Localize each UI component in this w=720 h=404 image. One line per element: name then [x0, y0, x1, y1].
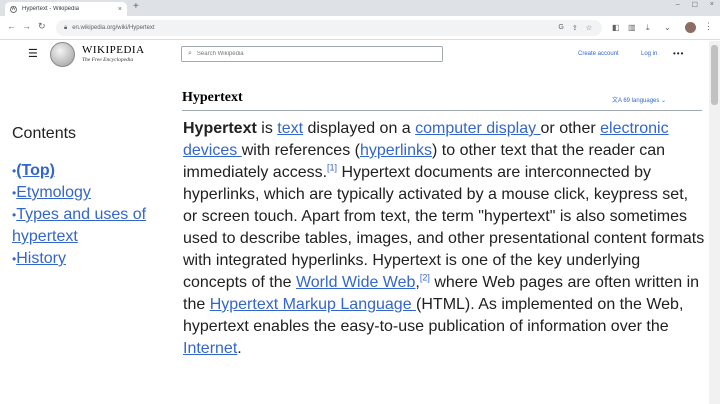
toc-heading: Contents	[12, 125, 77, 142]
body-text: or other	[540, 120, 601, 137]
downloads-icon[interactable]: ⤓	[646, 23, 650, 33]
search-box: ⌕	[181, 46, 443, 62]
table-of-contents: •(Top) •Etymology •Types and uses of hyp…	[12, 160, 172, 270]
chevron-down-icon: ⌄	[659, 98, 667, 104]
citation-1[interactable]: [1]	[327, 163, 337, 173]
body-text: Hypertext documents are interconnected b…	[183, 164, 705, 291]
extension-puzzle-icon[interactable]: ◧	[612, 23, 620, 32]
wikipedia-wordmark[interactable]: WIKIPEDIA	[82, 44, 145, 56]
search-icon: ⌕	[188, 50, 192, 57]
address-bar: ← → ↻ 🔒︎ en.wikipedia.org/wiki/Hypertext…	[0, 16, 720, 40]
languages-label: 69 languages	[623, 98, 660, 104]
body-text: is	[256, 120, 278, 137]
browser-menu-icon[interactable]: ⋮	[704, 21, 713, 32]
link-world-wide-web[interactable]: World Wide Web	[296, 274, 415, 291]
toc-item-history[interactable]: •History	[12, 248, 172, 270]
scrollbar-thumb[interactable]	[711, 45, 718, 105]
main-menu-icon[interactable]: ☰	[28, 47, 38, 60]
link-hyperlinks[interactable]: hyperlinks	[360, 142, 432, 159]
url-text: en.wikipedia.org/wiki/Hypertext	[72, 25, 155, 31]
reload-icon[interactable]: ↻	[38, 21, 46, 32]
lock-icon: 🔒︎	[64, 24, 68, 31]
link-computer-display[interactable]: computer display	[415, 120, 540, 137]
google-lens-icon[interactable]: G	[558, 24, 563, 32]
body-text: .	[237, 340, 242, 357]
citation-2[interactable]: [2]	[420, 273, 430, 283]
link-internet[interactable]: Internet	[183, 340, 237, 357]
wikipedia-globe-logo-icon[interactable]	[50, 42, 75, 67]
toc-item-top[interactable]: •(Top)	[12, 160, 172, 182]
tab-strip: W Hypertext - Wikipedia × + – ☐ ×	[0, 0, 720, 16]
search-input[interactable]	[196, 51, 427, 57]
wikipedia-tagline: The Free Encyclopedia	[82, 57, 134, 63]
page-scrollbar[interactable]	[709, 41, 720, 404]
toc-link[interactable]: Types and uses of hypertext	[12, 206, 146, 245]
toc-link[interactable]: (Top)	[16, 162, 55, 179]
page-title: Hypertext	[182, 90, 243, 105]
title-divider	[182, 110, 702, 111]
article-subject-bold: Hypertext	[183, 120, 257, 137]
maximize-icon[interactable]: ☐	[692, 1, 698, 9]
tab-title: Hypertext - Wikipedia	[22, 6, 80, 12]
link-hypertext-markup-language[interactable]: Hypertext Markup Language	[210, 296, 416, 313]
profile-avatar[interactable]	[685, 22, 696, 33]
omnibox-icons: G ⇪ ☆	[558, 24, 602, 32]
link-text[interactable]: text	[277, 120, 303, 137]
new-tab-icon[interactable]: +	[133, 1, 139, 12]
toc-link[interactable]: History	[16, 250, 66, 267]
share-icon[interactable]: ⇪	[572, 24, 578, 32]
wikipedia-favicon-icon: W	[10, 5, 17, 13]
sidebar-icon[interactable]: ▥	[628, 23, 636, 32]
window-close-icon[interactable]: ×	[710, 1, 714, 9]
browser-tab[interactable]: W Hypertext - Wikipedia ×	[5, 2, 127, 16]
forward-icon[interactable]: →	[22, 21, 31, 31]
body-text: displayed on a	[303, 120, 416, 137]
language-icon: 文A	[612, 98, 624, 104]
url-omnibox[interactable]: 🔒︎ en.wikipedia.org/wiki/Hypertext G ⇪ ☆	[56, 20, 602, 36]
toc-link[interactable]: Etymology	[16, 184, 91, 201]
toc-item-types-and-uses[interactable]: •Types and uses of hypertext	[12, 204, 172, 248]
toc-item-etymology[interactable]: •Etymology	[12, 182, 172, 204]
minimize-icon[interactable]: –	[676, 1, 680, 9]
tab-close-icon[interactable]: ×	[118, 6, 122, 13]
languages-button[interactable]: 文A 69 languages ⌄	[612, 95, 666, 104]
window-controls: – ☐ ×	[676, 1, 714, 9]
bookmark-star-icon[interactable]: ☆	[586, 24, 592, 32]
back-icon[interactable]: ←	[7, 21, 16, 31]
article-lead-paragraph: Hypertext is text displayed on a compute…	[183, 118, 705, 360]
personal-tools-more-icon[interactable]: •••	[673, 49, 684, 58]
create-account-link[interactable]: Create account	[578, 51, 619, 57]
tab-search-icon[interactable]: ⌄	[664, 23, 671, 32]
body-text: with references (	[241, 142, 360, 159]
log-in-link[interactable]: Log in	[641, 51, 657, 57]
